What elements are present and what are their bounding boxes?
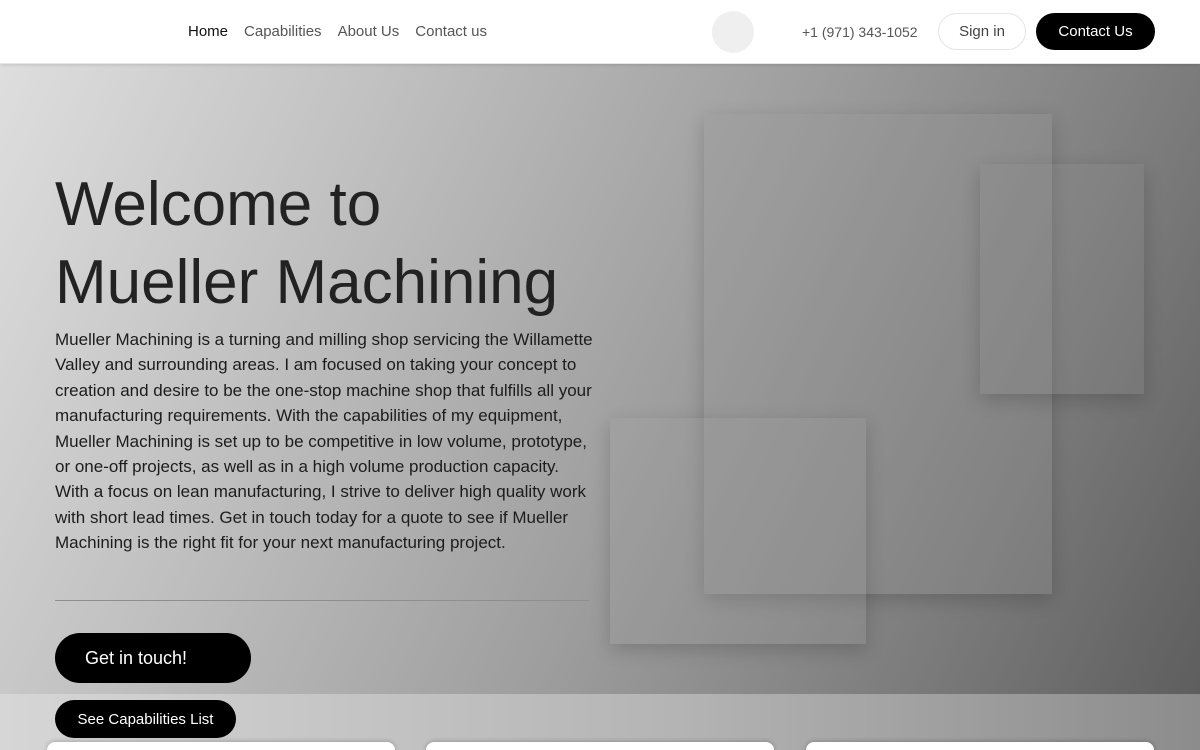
hero-title-line-1: Welcome to: [55, 170, 382, 239]
hero-divider: [55, 600, 589, 601]
nav-contact-us[interactable]: Contact us: [415, 23, 487, 40]
phone-number[interactable]: +1 (971) 343-1052: [802, 24, 918, 40]
hero-description: Mueller Machining is a turning and milli…: [55, 330, 593, 553]
search-toggle[interactable]: [712, 11, 754, 53]
feature-card: [426, 742, 774, 750]
get-in-touch-button[interactable]: Get in touch!: [55, 633, 251, 683]
nav-about-us[interactable]: About Us: [338, 23, 400, 40]
hero-section: Welcome to Mueller Machining Mueller Mac…: [0, 64, 1200, 694]
nav-home[interactable]: Home: [188, 23, 228, 40]
hero-decor-panel: [980, 164, 1144, 394]
site-header: Home Capabilities About Us Contact us +1…: [0, 0, 1200, 64]
hero-title-line-2: Mueller Machining: [55, 248, 559, 317]
contact-us-button[interactable]: Contact Us: [1036, 13, 1155, 50]
hero-decor-panel: [610, 418, 866, 644]
hero-title: Welcome to Mueller Machining: [55, 166, 675, 322]
nav-capabilities[interactable]: Capabilities: [244, 23, 322, 40]
sign-in-button[interactable]: Sign in: [938, 13, 1026, 50]
main-nav: Home Capabilities About Us Contact us: [188, 23, 487, 40]
feature-card: [47, 742, 395, 750]
see-capabilities-button[interactable]: See Capabilities List: [55, 700, 236, 738]
feature-card: [806, 742, 1154, 750]
